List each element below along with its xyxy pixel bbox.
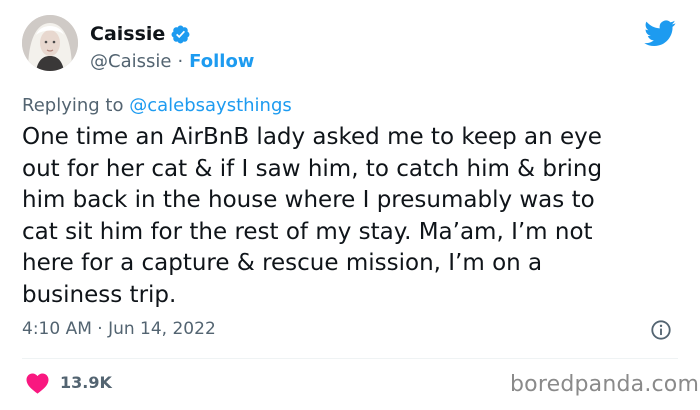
follow-button[interactable]: Follow xyxy=(189,50,254,74)
like-button[interactable]: 13.9K xyxy=(25,372,112,394)
tweet-line: out for her cat & if I saw him, to catch… xyxy=(22,155,603,182)
author-handle[interactable]: @Caissie xyxy=(90,50,171,74)
tweet-text: One time an AirBnB lady asked me to keep… xyxy=(22,122,682,311)
likes-count: 13.9K xyxy=(60,373,112,392)
divider xyxy=(22,358,678,359)
replying-to: Replying to @calebsaysthings xyxy=(22,95,292,117)
tweet-line: cat sit him for the rest of my stay. Ma’… xyxy=(22,218,593,245)
tweet-line: him back in the house where I presumably… xyxy=(22,187,595,213)
tweet-line: business trip. xyxy=(22,281,177,308)
info-icon[interactable] xyxy=(650,319,672,341)
author-name[interactable]: Caissie xyxy=(90,22,165,46)
handle-separator: · xyxy=(177,51,184,72)
twitter-bird-icon[interactable] xyxy=(644,20,676,47)
watermark: boredpanda.com xyxy=(510,372,700,397)
verified-badge-icon xyxy=(171,25,190,43)
avatar[interactable] xyxy=(22,15,78,71)
reply-mention-link[interactable]: @calebsaysthings xyxy=(129,95,292,116)
tweet-timestamp[interactable]: 4:10 AM · Jun 14, 2022 xyxy=(22,318,216,340)
tweet-line: One time an AirBnB lady asked me to keep… xyxy=(22,124,602,150)
replying-to-label: Replying to xyxy=(22,95,124,116)
handle-row: @Caissie · Follow xyxy=(90,50,254,74)
heart-icon xyxy=(26,373,49,394)
tweet-line: here for a capture & rescue mission, I’m… xyxy=(22,250,543,276)
author-name-row[interactable]: Caissie xyxy=(90,22,191,46)
